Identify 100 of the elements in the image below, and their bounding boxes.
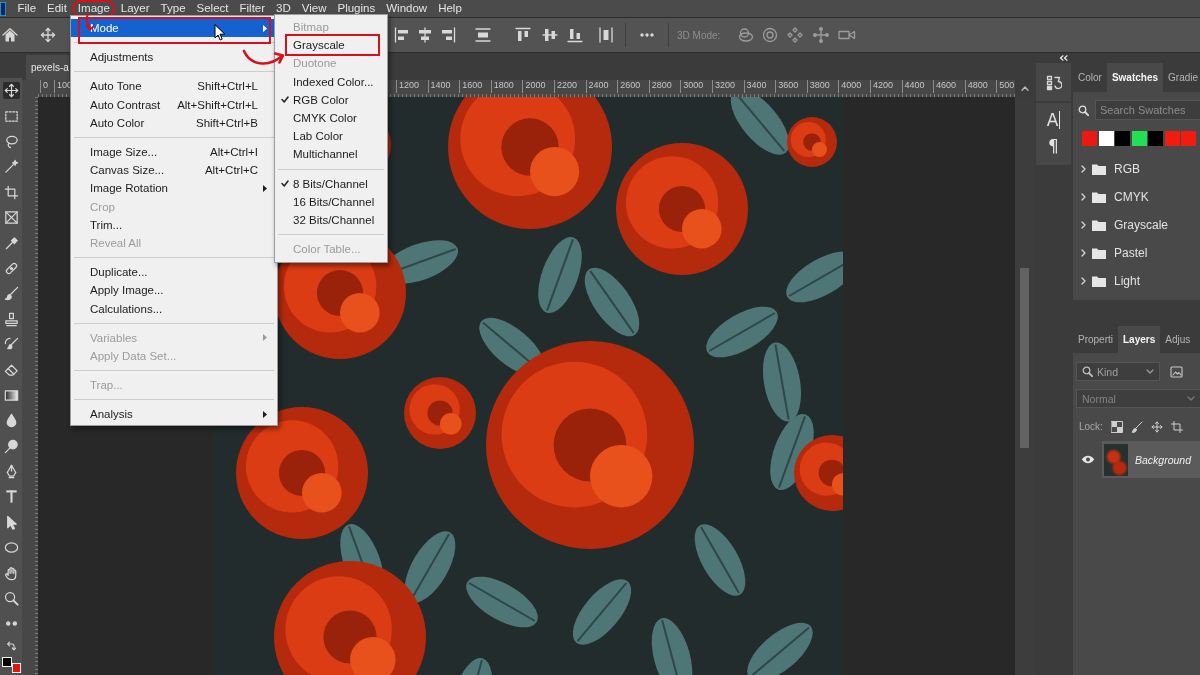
menu-bar-item[interactable]: File	[12, 0, 42, 17]
menu-bar-item[interactable]: Window	[380, 0, 433, 17]
swatch-group-name[interactable]: Grayscale	[1114, 218, 1169, 232]
menu-item[interactable]: Analysis	[71, 405, 277, 424]
panel-tab[interactable]: Swatches	[1106, 63, 1164, 92]
scroll-up-icon[interactable]	[1020, 86, 1029, 91]
search-field[interactable]: Search Swatches	[1095, 100, 1200, 120]
roll-icon[interactable]	[762, 27, 779, 43]
move-icon[interactable]	[40, 27, 56, 43]
menu-item[interactable]: Calculations...	[71, 299, 182, 318]
video-camera-icon[interactable]	[838, 28, 857, 42]
folder-icon	[1091, 274, 1107, 288]
zoom-icon[interactable]	[2, 590, 20, 607]
magic-wand-icon[interactable]	[2, 158, 20, 176]
swatch-icon[interactable]	[1181, 131, 1196, 146]
align-right-edges-icon[interactable]	[440, 27, 456, 43]
image-filter-icon[interactable]	[1170, 365, 1183, 378]
orbit-icon[interactable]	[738, 27, 755, 43]
menu-bar-item[interactable]: Filter	[234, 0, 271, 17]
layer-row[interactable]: Background	[1102, 441, 1200, 478]
menu-item[interactable]: Adjustments	[71, 48, 173, 67]
chevron-right-icon[interactable]	[1081, 165, 1086, 173]
chevron-right-icon[interactable]	[1081, 221, 1086, 229]
crop-icon[interactable]	[2, 183, 20, 201]
align-left-edges-icon[interactable]	[394, 27, 410, 43]
menu-bar-item[interactable]: Image	[72, 0, 116, 17]
swatch-icon[interactable]	[1148, 131, 1163, 146]
chevron-right-icon[interactable]	[1081, 193, 1086, 201]
menu-item[interactable]: CMYK Color	[275, 108, 361, 128]
menu-bar-item[interactable]: Layer	[115, 0, 156, 17]
swatch-icon[interactable]	[1164, 131, 1180, 146]
menu-item[interactable]: Mode	[71, 19, 277, 38]
home-icon[interactable]	[2, 27, 18, 43]
align-centers-icon[interactable]	[417, 27, 433, 43]
chevron-right-icon[interactable]	[1081, 249, 1086, 257]
stamp-icon[interactable]	[2, 310, 20, 328]
menu-bar-item[interactable]: Plugins	[332, 0, 381, 17]
align-middles-icon[interactable]	[542, 27, 558, 43]
foreground-swatch-icon[interactable]	[2, 656, 12, 667]
collapse-icon[interactable]	[1059, 55, 1068, 61]
chevron-right-icon[interactable]	[1081, 277, 1086, 285]
menu-bar-item[interactable]: View	[296, 0, 332, 17]
document-tab[interactable]: pexels-a	[26, 55, 69, 80]
checkerboard-icon[interactable]	[1110, 420, 1123, 433]
move-icon[interactable]	[1150, 420, 1163, 433]
menu-bar-item[interactable]: Type	[155, 0, 192, 17]
swatch-group-name[interactable]: Light	[1114, 274, 1141, 288]
menu-bar-item[interactable]: Help	[432, 0, 468, 17]
menu-item[interactable]: Indexed Color...	[275, 72, 378, 91]
menu-item[interactable]: 16 Bits/Channel	[275, 192, 379, 211]
menu-item[interactable]: Canvas Size... Alt+Ctrl+C	[71, 161, 277, 180]
scrollbar-thumb[interactable]	[1020, 268, 1029, 448]
swatch-icon[interactable]	[1098, 131, 1114, 146]
menu-bar-item[interactable]: Select	[191, 0, 234, 17]
frame-icon[interactable]	[2, 209, 20, 227]
background-swatch-icon[interactable]	[12, 662, 21, 673]
menu-item[interactable]: Duplicate...	[71, 263, 167, 282]
menu-bar-item[interactable]: Edit	[41, 0, 73, 17]
panel-tab[interactable]: Layers	[1118, 326, 1161, 353]
menu-item[interactable]: Image Rotation	[71, 179, 277, 198]
menu-item[interactable]: 32 Bits/Channel	[275, 210, 379, 230]
menu-item[interactable]: Auto Color Shift+Ctrl+B	[71, 113, 277, 132]
ruler-label: 4000	[838, 80, 870, 93]
panel-tab[interactable]: Properti	[1073, 326, 1118, 353]
menu-item[interactable]: Auto Contrast Alt+Shift+Ctrl+L	[71, 95, 277, 114]
brush-icon[interactable]	[1130, 420, 1143, 433]
paragraph-icon[interactable]: ¶	[1048, 137, 1059, 155]
align-bottom-edges-icon[interactable]	[567, 27, 583, 43]
app-logo-icon[interactable]	[0, 1, 6, 16]
menu-item[interactable]: 8 Bits/Channel	[275, 174, 372, 193]
move-icon[interactable]	[2, 82, 20, 100]
panel-tab[interactable]: Gradie	[1163, 63, 1199, 92]
menu-item[interactable]: Multichannel	[275, 145, 362, 164]
distribute-icon[interactable]	[598, 27, 614, 43]
menu-bar-item[interactable]: 3D	[270, 0, 297, 17]
swatch-group-name[interactable]: CMYK	[1114, 190, 1149, 204]
swatch-icon[interactable]	[1082, 131, 1097, 146]
menu-item[interactable]: Lab Color	[275, 127, 347, 146]
swatch-group-name[interactable]: Pastel	[1114, 246, 1148, 260]
history-icon[interactable]	[1045, 75, 1062, 91]
swap-arrows-icon[interactable]	[6, 641, 16, 652]
slide-icon[interactable]	[813, 27, 830, 43]
brush-icon[interactable]	[2, 285, 20, 303]
filter-dropdown[interactable]: Kind	[1076, 362, 1160, 381]
panel-tab[interactable]: Adjus	[1160, 326, 1191, 353]
menu-shortcut: Alt+Ctrl+I	[210, 146, 258, 159]
align-top-edges-icon[interactable]	[515, 27, 531, 43]
menu-item[interactable]: RGB Color	[275, 90, 353, 109]
drag-icon[interactable]	[787, 27, 804, 43]
dodge-icon[interactable]	[2, 437, 20, 455]
swatch-icon[interactable]	[1131, 131, 1147, 146]
eye-icon[interactable]	[1080, 455, 1095, 464]
distribute-icon[interactable]	[475, 27, 491, 43]
artboard-icon[interactable]	[1170, 420, 1183, 433]
swatch-icon[interactable]	[1115, 131, 1130, 146]
menu-item[interactable]: Trim...	[71, 215, 142, 234]
panel-tab[interactable]: Color	[1073, 63, 1107, 92]
menu-item[interactable]: Apply Image...	[71, 281, 183, 300]
swatch-group-name[interactable]: RGB	[1114, 162, 1140, 176]
menu-item[interactable]: Image Size... Alt+Ctrl+I	[71, 142, 277, 162]
